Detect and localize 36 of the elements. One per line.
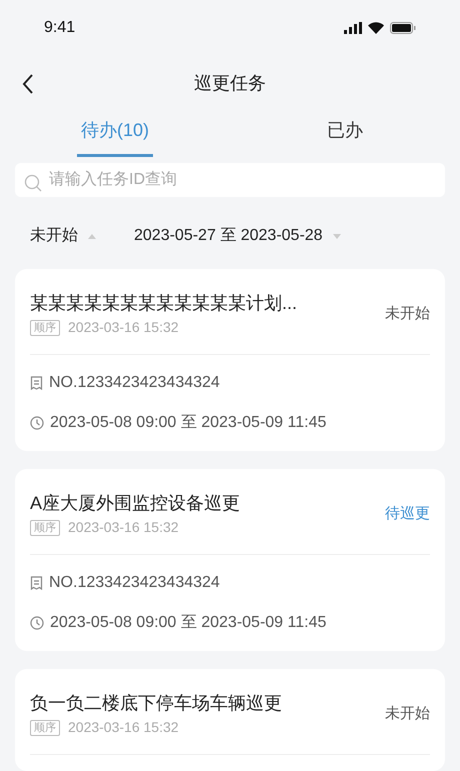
page-title: 巡更任务: [194, 72, 266, 96]
order-tag: 顺序: [30, 720, 60, 736]
task-number: NO.1233423423434324: [49, 373, 220, 393]
task-period: 2023-05-08 09:00 至 2023-05-09 11:45: [50, 613, 326, 633]
search-field[interactable]: 请输入任务ID查询: [15, 163, 445, 198]
filter-dropdown[interactable]: 2023-05-27 至 2023-05-28: [134, 224, 341, 248]
clock-icon: [30, 416, 44, 430]
task-card[interactable]: 负一负二楼底下停车场车辆巡更 顺序 2023-03-16 15:32 未开始: [15, 669, 445, 771]
order-tag: 顺序: [30, 320, 60, 336]
task-title: 负一负二楼底下停车场车辆巡更: [30, 692, 282, 715]
created-time: 2023-03-16 15:32: [68, 318, 179, 337]
clock-icon: [30, 616, 44, 630]
order-tag: 顺序: [30, 520, 60, 536]
document-icon: [30, 576, 43, 590]
task-title: 某某某某某某某某某某某某计划...: [30, 292, 298, 315]
task-card[interactable]: A座大厦外围监控设备巡更 顺序 2023-03-16 15:32 待巡更 NO.1233423423434324 2023-05-08 09:00 至 2023-05-09 11:45: [15, 469, 445, 651]
task-number: NO.1233423423434324: [49, 573, 220, 593]
wifi-icon: [368, 22, 384, 34]
back-icon: [22, 74, 34, 94]
signal-icon: [344, 22, 362, 34]
task-status: 待巡更: [385, 504, 430, 524]
created-time: 2023-03-16 15:32: [68, 718, 179, 737]
document-icon: [30, 376, 43, 390]
tab[interactable]: 已办: [230, 109, 460, 158]
task-period: 2023-05-08 09:00 至 2023-05-09 11:45: [50, 413, 326, 433]
filter-dropdown[interactable]: 未开始: [30, 224, 96, 248]
task-status: 未开始: [385, 304, 430, 324]
created-time: 2023-03-16 15:32: [68, 518, 179, 537]
task-title: A座大厦外围监控设备巡更: [30, 492, 240, 515]
dropdown-icon: [332, 234, 341, 239]
search-icon: [24, 174, 42, 192]
task-status: 未开始: [385, 704, 430, 724]
task-card[interactable]: 某某某某某某某某某某某某计划... 顺序 2023-03-16 15:32 未开始 NO.1233423423434324 2023-05-08 09:00 至 2023-05-09 11:45: [15, 269, 445, 451]
status-time: 9:41: [44, 18, 76, 38]
battery-icon: [390, 22, 416, 34]
sort-up-icon: [88, 234, 96, 239]
